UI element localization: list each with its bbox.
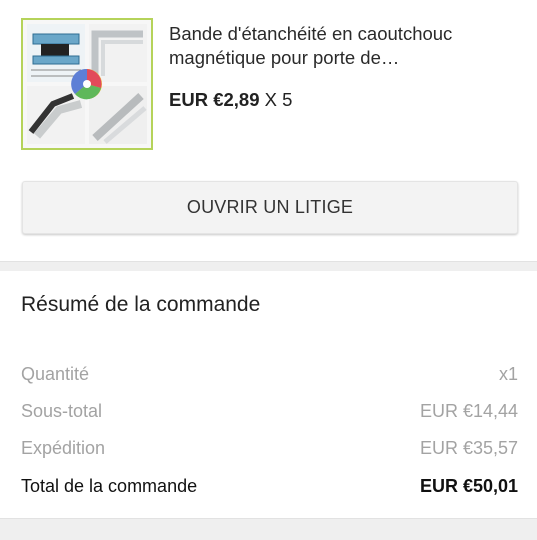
summary-row-subtotal: Sous-total EUR €14,44 — [21, 398, 518, 424]
section-divider — [0, 261, 537, 271]
order-summary-title: Résumé de la commande — [21, 293, 261, 316]
product-thumbnail[interactable] — [21, 18, 153, 150]
unit-price: EUR €2,89 — [169, 89, 260, 110]
open-dispute-button[interactable]: OUVRIR UN LITIGE — [22, 181, 518, 234]
product-title[interactable]: Bande d'étanchéité en caoutchouc magnéti… — [169, 22, 521, 70]
summary-row-shipping: Expédition EUR €35,57 — [21, 435, 518, 461]
summary-label: Sous-total — [21, 400, 103, 421]
item-quantity: X 5 — [264, 89, 293, 110]
section-divider-bottom — [0, 518, 537, 540]
summary-row-quantity: Quantité x1 — [21, 361, 518, 387]
order-item[interactable]: Bande d'étanchéité en caoutchouc magnéti… — [21, 18, 521, 150]
summary-value: EUR €35,57 — [419, 437, 518, 458]
price-line: EUR €2,89 X 5 — [169, 88, 292, 112]
summary-label: Quantité — [21, 363, 90, 384]
summary-value: EUR €14,44 — [419, 400, 518, 421]
summary-label: Expédition — [21, 437, 106, 458]
total-value: EUR €50,01 — [419, 475, 518, 496]
summary-row-total: Total de la commande EUR €50,01 — [21, 473, 518, 499]
summary-value: x1 — [498, 363, 518, 384]
total-label: Total de la commande — [21, 475, 198, 496]
